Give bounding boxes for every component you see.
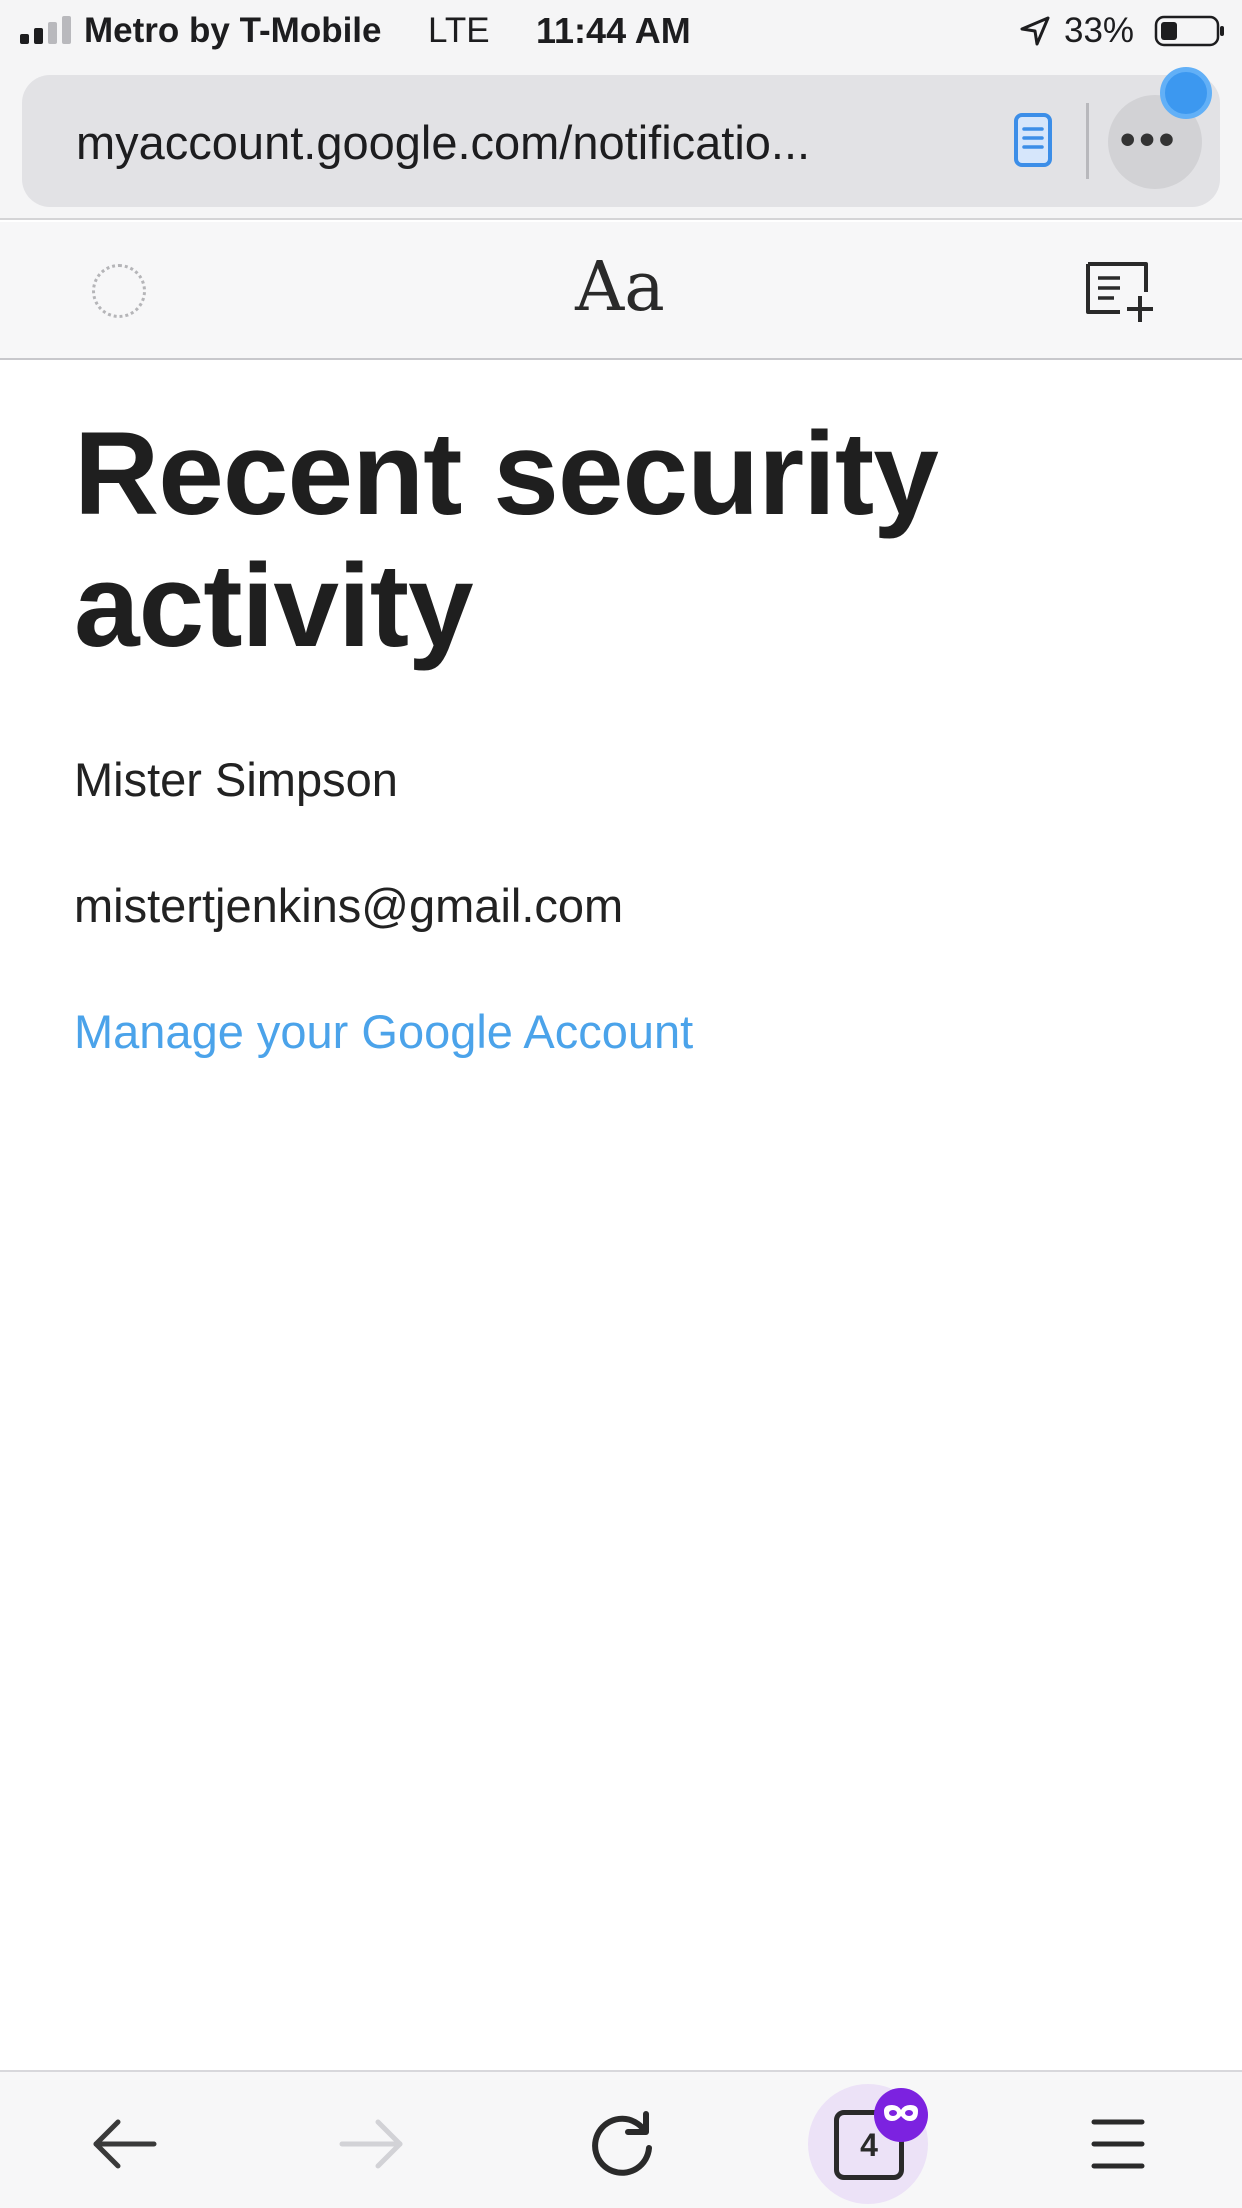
clock: 11:44 AM bbox=[536, 10, 691, 51]
tabs-button[interactable]: 4 bbox=[808, 2084, 928, 2204]
signal-icon bbox=[20, 16, 71, 44]
carrier-name: Metro by T-Mobile bbox=[84, 11, 382, 50]
url-divider bbox=[1086, 103, 1089, 179]
back-arrow-icon[interactable] bbox=[88, 2108, 160, 2180]
address-bar-area: myaccount.google.com/notificatio... ••• bbox=[0, 62, 1242, 220]
manage-account-link[interactable]: Manage your Google Account bbox=[74, 1004, 693, 1060]
reader-toolbar: Aa bbox=[0, 222, 1242, 360]
private-mask-icon bbox=[874, 2088, 928, 2142]
location-icon bbox=[1020, 16, 1050, 46]
forward-arrow-icon[interactable] bbox=[336, 2108, 408, 2180]
network-type: LTE bbox=[428, 11, 490, 50]
add-reading-list-icon[interactable] bbox=[1084, 258, 1158, 324]
hamburger-menu-icon[interactable] bbox=[1082, 2108, 1154, 2180]
bottom-toolbar: 4 bbox=[0, 2070, 1242, 2208]
account-email: mistertjenkins@gmail.com bbox=[74, 879, 624, 932]
address-bar[interactable]: myaccount.google.com/notificatio... ••• bbox=[22, 75, 1220, 207]
page-title: Recent security activity bbox=[74, 408, 939, 672]
more-dots-icon[interactable]: ••• bbox=[1120, 115, 1178, 165]
battery-percentage: 33% bbox=[1064, 11, 1135, 50]
reload-icon[interactable] bbox=[586, 2108, 658, 2180]
battery-icon bbox=[1154, 15, 1224, 47]
status-bar: Metro by T-Mobile LTE 11:44 AM 33% bbox=[0, 0, 1242, 62]
account-name: Mister Simpson bbox=[74, 753, 398, 806]
reader-mode-icon[interactable] bbox=[998, 105, 1068, 175]
url-text[interactable]: myaccount.google.com/notificatio... bbox=[76, 115, 976, 171]
font-settings-button[interactable]: Aa bbox=[540, 248, 700, 328]
notification-dot bbox=[1160, 67, 1212, 119]
loading-spinner-icon bbox=[92, 264, 146, 318]
